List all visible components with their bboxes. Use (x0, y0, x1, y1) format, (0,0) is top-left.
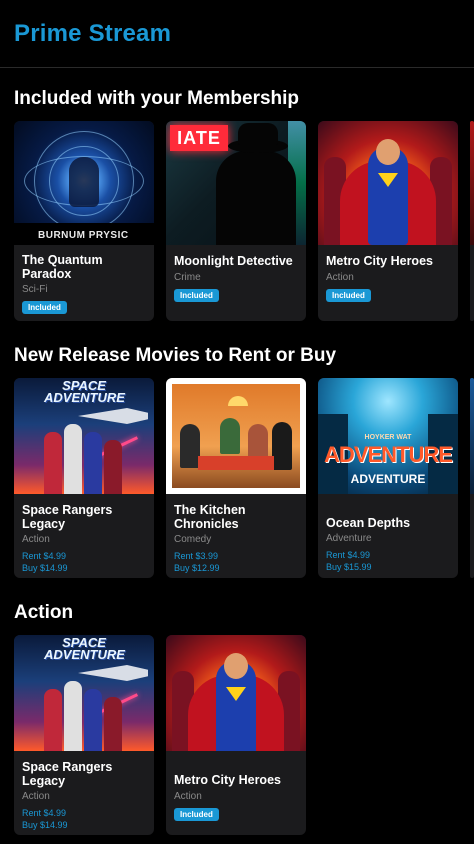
rent-price[interactable]: Rent $3.99 (174, 550, 298, 562)
carousel-row[interactable]: BURNUM PRYSIC The Quantum Paradox Sci-Fi… (14, 121, 474, 321)
movie-card[interactable]: IATE Moonlight Detective Crime Included (166, 121, 306, 321)
rent-price[interactable]: Rent $4.99 (22, 807, 146, 819)
section-title: Action (14, 602, 74, 623)
movie-genre: Sci-Fi (22, 284, 48, 295)
buy-price[interactable]: Buy $14.99 (22, 819, 146, 831)
movie-genre: Action (174, 791, 202, 802)
poster-image: SPACE ADVENTURE (14, 635, 154, 751)
section-title: Included with your Membership (14, 88, 300, 109)
movie-title: Moonlight Detective (174, 254, 293, 268)
movie-genre: Action (22, 534, 50, 545)
section-action: Action SPACE ADVENTURE Space Rangers Leg… (0, 601, 474, 835)
movie-genre: Comedy (174, 534, 212, 545)
section-title: New Release Movies to Rent or Buy (14, 345, 337, 366)
movie-title: Space Rangers Legacy (22, 760, 113, 788)
carousel-row[interactable]: SPACE ADVENTURE Space Rangers Legacy Act… (14, 378, 474, 578)
dinner-table-icon (172, 384, 300, 488)
included-badge: Included (22, 301, 67, 314)
movie-title: Metro City Heroes (174, 773, 281, 787)
app-title[interactable]: Prime Stream (14, 20, 460, 48)
poster-image (166, 635, 306, 751)
movie-card[interactable]: BURNUM PRYSIC The Quantum Paradox Sci-Fi… (14, 121, 154, 321)
rent-price[interactable]: Rent $4.99 (326, 549, 450, 561)
movie-title: Space Rangers Legacy (22, 503, 113, 531)
glowing-figure-icon (69, 157, 99, 207)
buy-price[interactable]: Buy $15.99 (326, 561, 450, 573)
poster-image: IATE (166, 121, 306, 245)
movie-genre: Action (22, 791, 50, 802)
rent-price[interactable]: Rent $4.99 (22, 550, 146, 562)
included-badge: Included (174, 289, 219, 302)
movie-card-partial[interactable] (470, 378, 474, 578)
movie-card-partial[interactable] (470, 121, 474, 321)
buy-price[interactable]: Buy $12.99 (174, 562, 298, 574)
movie-genre: Action (326, 272, 354, 283)
app-header: Prime Stream (0, 0, 474, 68)
movie-card[interactable]: SPACE ADVENTURE Space Rangers Legacy Act… (14, 378, 154, 578)
poster-image (166, 378, 306, 494)
spaceship-icon (78, 408, 148, 424)
movie-title: Ocean Depths (326, 516, 411, 530)
poster-image: HOYKER WAT ADVENTURE ADVENTURE (318, 378, 458, 494)
movie-genre: Adventure (326, 533, 372, 544)
movie-title: Metro City Heroes (326, 254, 433, 268)
poster-image: SPACE ADVENTURE (14, 378, 154, 494)
section-new-releases: New Release Movies to Rent or Buy SPACE … (0, 344, 474, 578)
movie-card[interactable]: The Kitchen Chronicles Comedy Rent $3.99… (166, 378, 306, 578)
buy-price[interactable]: Buy $14.99 (22, 562, 146, 574)
movie-title: The Kitchen Chronicles (174, 503, 246, 531)
poster-image: BURNUM PRYSIC (14, 121, 154, 245)
movie-card[interactable]: SPACE ADVENTURE Space Rangers Legacy Act… (14, 635, 154, 835)
movie-title: The Quantum Paradox (22, 253, 103, 281)
included-badge: Included (326, 289, 371, 302)
spaceship-icon (78, 665, 148, 681)
included-badge: Included (174, 808, 219, 821)
movie-genre: Crime (174, 272, 201, 283)
movie-card[interactable]: HOYKER WAT ADVENTURE ADVENTURE Ocean Dep… (318, 378, 458, 578)
poster-image (318, 121, 458, 245)
movie-card[interactable]: Metro City Heroes Action Included (318, 121, 458, 321)
section-included: Included with your Membership BURNUM PRY… (0, 87, 474, 321)
carousel-row[interactable]: SPACE ADVENTURE Space Rangers Legacy Act… (14, 635, 474, 835)
movie-card[interactable]: Metro City Heroes Action Included (166, 635, 306, 835)
